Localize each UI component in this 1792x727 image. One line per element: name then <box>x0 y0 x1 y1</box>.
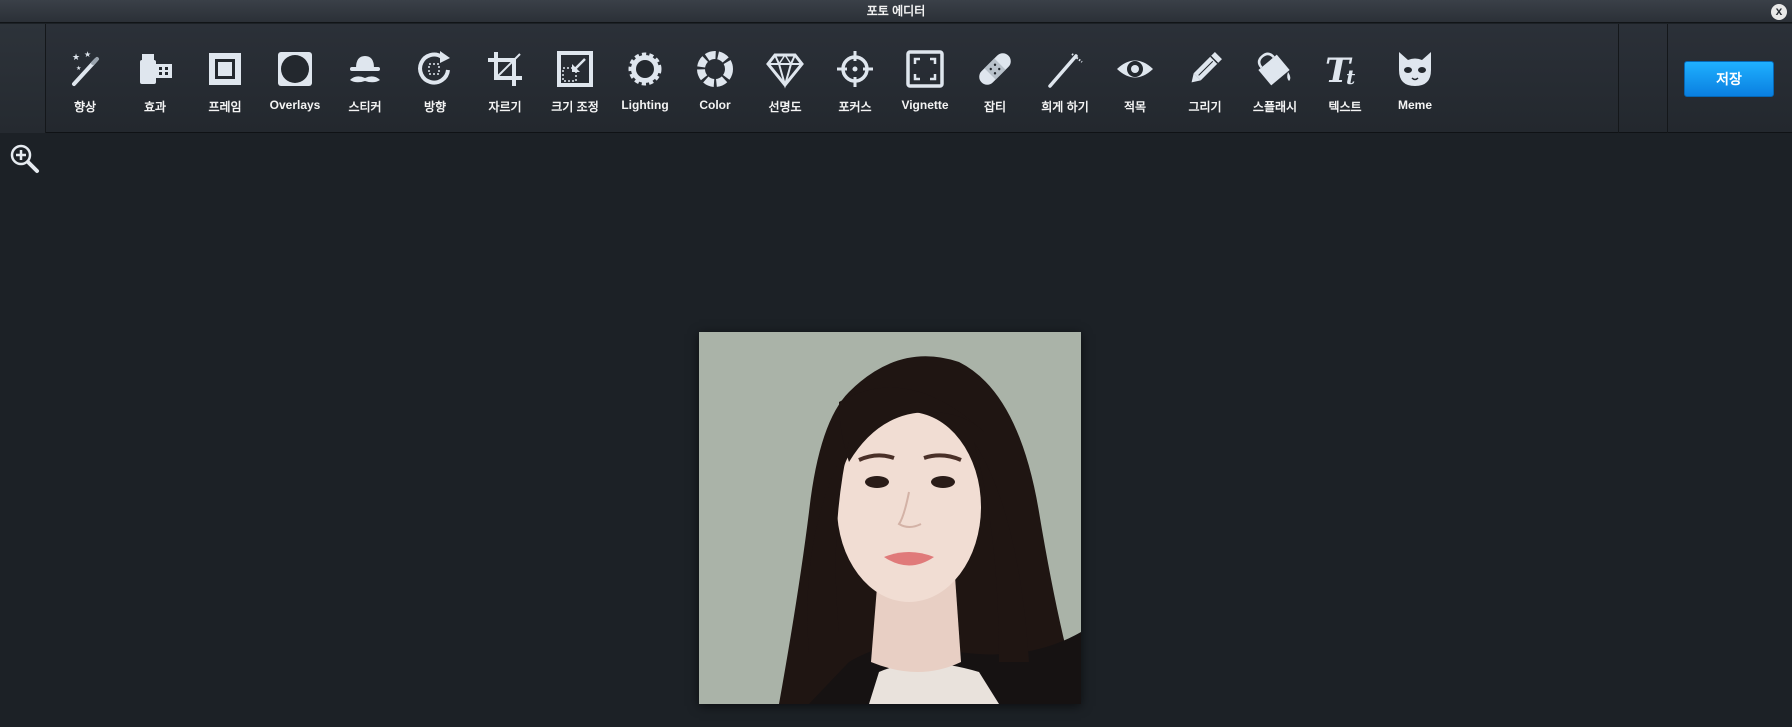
portrait-image <box>699 332 1081 704</box>
tool-label: 크기 조정 <box>551 100 599 114</box>
tool-focus[interactable]: 포커스 <box>820 24 890 133</box>
tool-label: 프레임 <box>208 100 242 114</box>
tool-label: 스플래시 <box>1252 100 1298 114</box>
tool-lighting[interactable]: Lighting <box>610 24 680 133</box>
paint-bucket-icon <box>1257 52 1291 86</box>
svg-text:★: ★ <box>72 52 80 62</box>
tool-label: 향상 <box>73 100 97 114</box>
pencil-icon <box>1191 52 1222 83</box>
tool-label: 희게 하기 <box>1041 100 1089 114</box>
bandage-icon <box>979 53 1011 85</box>
tool-label: 선명도 <box>768 100 802 114</box>
tool-label: Color <box>699 98 731 112</box>
tool-label: 포커스 <box>838 100 872 114</box>
svg-text:★: ★ <box>76 65 81 72</box>
tool-blemish[interactable]: 잡티 <box>960 24 1030 133</box>
color-wheel-icon <box>697 51 733 87</box>
sun-icon <box>628 52 662 86</box>
tool-orientation[interactable]: 방향 <box>400 24 470 133</box>
tool-label: 자르기 <box>488 100 522 114</box>
resize-icon <box>557 51 593 87</box>
toolbar-right-scroll[interactable] <box>1618 24 1668 133</box>
text-icon: T t <box>1325 51 1356 90</box>
tool-label: Lighting <box>621 98 669 112</box>
tool-stickers[interactable]: 스티커 <box>330 24 400 133</box>
cat-face-icon <box>1399 52 1431 86</box>
tool-vignette[interactable]: Vignette <box>890 24 960 133</box>
focus-target-icon <box>837 51 873 87</box>
tool-meme[interactable]: Meme <box>1380 24 1450 133</box>
save-button[interactable]: 저장 <box>1684 61 1774 97</box>
svg-text:★: ★ <box>84 50 91 59</box>
tool-label: 텍스트 <box>1328 100 1362 114</box>
film-camera-icon <box>140 54 172 84</box>
tool-whiten[interactable]: 희게 하기 <box>1030 24 1100 133</box>
close-button[interactable]: x <box>1771 4 1787 20</box>
tool-resize[interactable]: 크기 조정 <box>540 24 610 133</box>
close-icon: x <box>1775 4 1783 18</box>
tool-label: 방향 <box>423 100 447 114</box>
tool-sharpness[interactable]: 선명도 <box>750 24 820 133</box>
photo-preview[interactable] <box>699 332 1081 704</box>
tool-label: 적목 <box>1123 100 1147 114</box>
tool-label: 스티커 <box>348 100 382 114</box>
editor-canvas <box>0 134 1792 727</box>
tool-effects[interactable]: 효과 <box>120 24 190 133</box>
eye-icon <box>1117 60 1153 78</box>
diamond-icon <box>766 53 804 89</box>
tool-redeye[interactable]: 적목 <box>1100 24 1170 133</box>
tool-frames[interactable]: 프레임 <box>190 24 260 133</box>
overlay-icon <box>278 52 312 86</box>
tool-text[interactable]: T t 텍스트 <box>1310 24 1380 133</box>
tool-toolbar: ★ ★ ★ 향상 효과 프레임 Overlays 스티커 방향 자르기 크기 조… <box>0 24 1792 133</box>
hat-mustache-icon <box>350 56 380 83</box>
window-title: 포토 에디터 <box>866 4 926 18</box>
tool-splash[interactable]: 스플래시 <box>1240 24 1310 133</box>
toolbar-left-scroll[interactable] <box>0 24 46 133</box>
tool-label: Vignette <box>901 98 949 112</box>
tool-overlays[interactable]: Overlays <box>260 24 330 133</box>
tool-draw[interactable]: 그리기 <box>1170 24 1240 133</box>
tool-label: 그리기 <box>1188 100 1222 114</box>
rotate-icon <box>418 51 450 85</box>
tool-label: 효과 <box>143 100 167 114</box>
zoom-in-icon[interactable] <box>8 142 40 174</box>
magic-wand-icon: ★ ★ ★ <box>72 50 99 86</box>
tool-label: 잡티 <box>983 100 1007 114</box>
tool-crop[interactable]: 자르기 <box>470 24 540 133</box>
tool-label: Meme <box>1397 98 1432 112</box>
vignette-icon <box>906 50 944 88</box>
frame-icon <box>209 53 241 85</box>
tool-label: Overlays <box>269 98 321 112</box>
toothbrush-icon <box>1048 53 1083 88</box>
crop-icon <box>488 52 522 86</box>
tool-list: ★ ★ ★ 향상 효과 프레임 Overlays 스티커 방향 자르기 크기 조… <box>50 24 1450 133</box>
svg-text:t: t <box>1346 65 1356 89</box>
window-titlebar: 포토 에디터 x <box>0 0 1792 23</box>
tool-enhance[interactable]: ★ ★ ★ 향상 <box>50 24 120 133</box>
tool-color[interactable]: Color <box>680 24 750 133</box>
